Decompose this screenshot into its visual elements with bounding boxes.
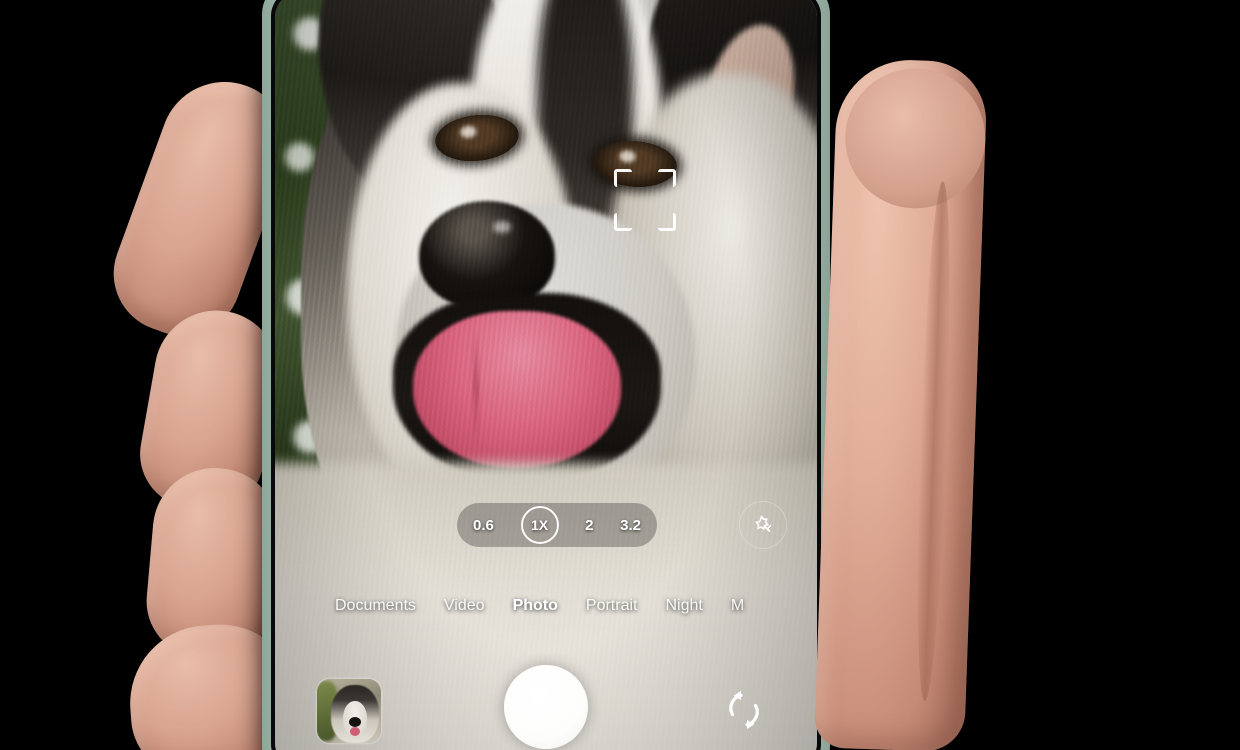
mode-portrait[interactable]: Portrait [572,597,652,615]
zoom-level-pill[interactable]: 0.6 1X 2 3.2 [457,503,657,547]
mode-photo[interactable]: Photo [499,597,572,615]
focus-bracket[interactable] [614,169,676,231]
camera-viewfinder[interactable]: 0.6 1X 2 3.2 Documents Video Photo Portr… [275,0,817,750]
magic-wand-sparkle-icon[interactable] [739,501,787,549]
right-hand [814,0,1026,750]
thumbnail-dog-tongue [350,727,360,736]
thumb [814,57,988,750]
mode-night[interactable]: Night [651,597,716,615]
zoom-level-0-6[interactable]: 0.6 [473,518,494,533]
focus-corner-top-left [614,169,632,187]
fingernail [140,631,247,750]
camera-flip-glyph [729,691,759,729]
screenshot-stage: 0.6 1X 2 3.2 Documents Video Photo Portr… [0,0,1240,750]
focus-corner-top-right [658,169,676,187]
focus-corner-bottom-left [614,213,632,231]
magic-wand-sparkle-glyph [755,515,772,532]
camera-bottom-bar [275,653,817,750]
zoom-controls: 0.6 1X 2 3.2 [275,495,817,555]
thumb-knuckle [842,65,988,211]
thumb-crease [911,180,956,702]
mode-photo-label: Photo [512,597,558,614]
gallery-thumbnail-button[interactable] [317,679,381,743]
mode-more[interactable]: M [717,597,758,615]
mode-documents[interactable]: Documents [321,597,430,615]
zoom-level-1x[interactable]: 1X [520,506,559,544]
phone-device: 0.6 1X 2 3.2 Documents Video Photo Portr… [262,0,830,750]
focus-corner-bottom-right [658,213,676,231]
camera-mode-selector[interactable]: Documents Video Photo Portrait Night M [275,589,817,623]
zoom-level-2[interactable]: 2 [585,518,593,533]
camera-flip-icon[interactable] [715,681,773,739]
thumbnail-dog-nose [349,717,361,727]
shutter-button[interactable] [504,665,588,749]
mode-video[interactable]: Video [430,597,499,615]
zoom-level-3-2[interactable]: 3.2 [620,518,641,533]
phone-screen[interactable]: 0.6 1X 2 3.2 Documents Video Photo Portr… [275,0,817,750]
phone-bezel: 0.6 1X 2 3.2 Documents Video Photo Portr… [271,0,821,750]
viewfinder-vignette [275,0,817,750]
